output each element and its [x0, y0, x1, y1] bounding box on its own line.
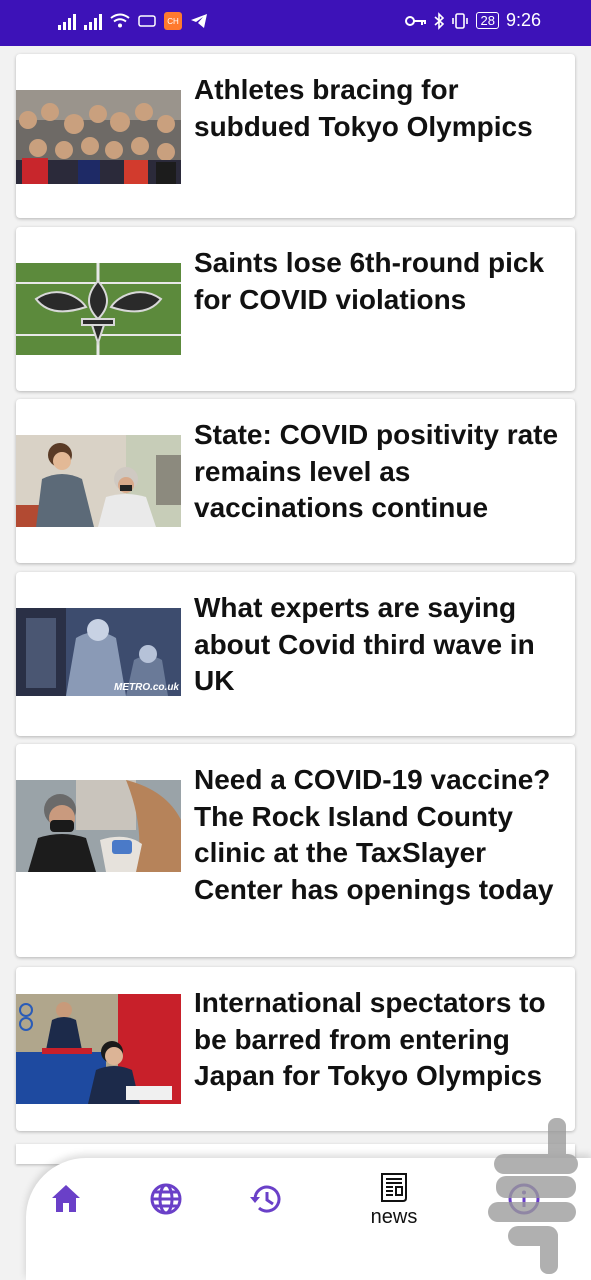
article-headline[interactable]: State: COVID positivity rate remains lev… [194, 417, 565, 527]
clock: 9:26 [505, 10, 541, 30]
article-headline[interactable]: Need a COVID-19 vaccine? The Rock Island… [194, 762, 565, 908]
wifi-icon [110, 13, 130, 28]
vpn-icon [138, 15, 156, 27]
newspaper-icon [381, 1173, 407, 1202]
article-headline[interactable]: Saints lose 6th-round pick for COVID vio… [194, 245, 565, 318]
article-thumbnail [16, 263, 181, 355]
nav-news-label: news [370, 1206, 418, 1228]
app-notification-icon: CH [164, 12, 182, 30]
history-icon [250, 1185, 281, 1213]
news-card[interactable]: State: COVID positivity rate remains lev… [16, 399, 575, 563]
news-card[interactable]: Athletes bracing for subdued Tokyo Olymp… [16, 54, 575, 218]
bluetooth-icon [434, 11, 445, 30]
news-card[interactable]: Need a COVID-19 vaccine? The Rock Island… [16, 744, 575, 957]
signal-icon-2 [84, 12, 102, 30]
nav-news-button[interactable]: news [364, 1170, 424, 1230]
news-card[interactable]: METRO.co.uk What experts are saying abou… [16, 572, 575, 736]
status-left-icons: CH [58, 12, 208, 30]
vibrate-icon [452, 12, 469, 29]
status-bar: CH 28 9:26 [0, 0, 591, 46]
battery-indicator: 28 [476, 12, 499, 29]
nav-world-button[interactable] [136, 1182, 196, 1242]
globe-icon [150, 1183, 182, 1215]
image-caption: METRO.co.uk [113, 682, 179, 693]
key-icon [405, 15, 427, 26]
home-icon [52, 1185, 80, 1212]
signal-icon [58, 12, 76, 30]
article-thumbnail [16, 780, 181, 872]
news-card[interactable]: International spectators to be barred fr… [16, 967, 575, 1131]
telegram-icon [191, 14, 207, 28]
article-thumbnail [16, 994, 181, 1104]
watermark-logo-icon [488, 1118, 578, 1274]
article-headline[interactable]: International spectators to be barred fr… [194, 985, 565, 1095]
news-card[interactable]: Saints lose 6th-round pick for COVID vio… [16, 227, 575, 391]
article-thumbnail [16, 90, 181, 184]
article-thumbnail: METRO.co.uk [16, 608, 181, 696]
nav-home-button[interactable] [36, 1182, 96, 1242]
nav-history-button[interactable] [236, 1182, 296, 1242]
article-thumbnail [16, 435, 181, 527]
article-headline[interactable]: Athletes bracing for subdued Tokyo Olymp… [194, 72, 565, 145]
article-headline[interactable]: What experts are saying about Covid thir… [194, 590, 565, 700]
status-right-icons: 28 9:26 [405, 10, 541, 31]
